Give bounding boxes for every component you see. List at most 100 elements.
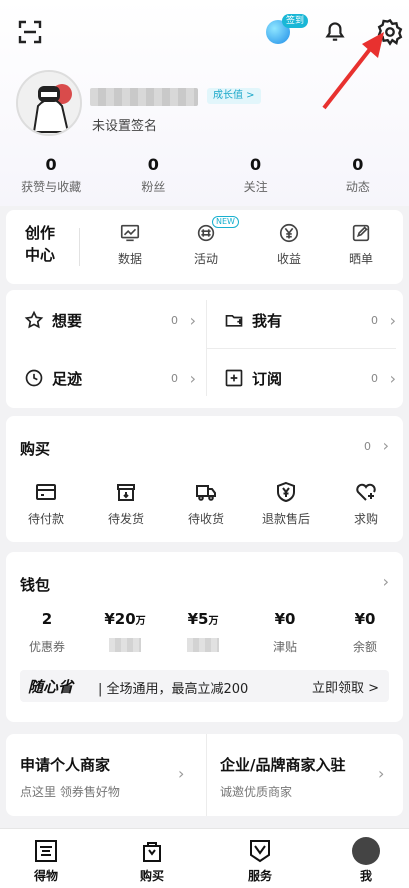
purchase-count: 0 [364,440,371,453]
merchant-card: 申请个人商家 点这里 领券售好物 › 企业/品牌商家入驻 诚邀优质商家 › [6,734,403,816]
subscribe-label: 订阅 [252,370,283,388]
dewu-icon [35,840,57,862]
promo-logo: 随心省 [28,678,74,696]
purchase-item-label: 待发货 [107,512,144,526]
checkin-label: 签到 [282,14,308,28]
avatar-image [18,72,80,134]
stat-likes[interactable]: 0 获赞与收藏 [0,155,102,199]
chevron-right-icon[interactable]: › [383,572,389,591]
wallet-unit: 万 [135,616,146,627]
star-icon [24,310,44,329]
wallet-value: ¥20 [104,610,136,628]
wanted-item[interactable]: 求购 [330,480,402,527]
want-item[interactable]: 想要 0 › [6,292,202,348]
plus-square-icon [225,369,243,387]
pending-shipment-item[interactable]: 待发货 [90,480,162,527]
tab-label: 我 [359,869,372,883]
signature[interactable]: 未设置签名 [92,115,157,134]
creator-item-activity[interactable]: NEW 活动 [174,216,239,267]
purchase-item-label: 求购 [353,512,378,526]
wallet-credit-1[interactable]: ¥20万 [86,610,164,656]
creator-item-data[interactable]: 数据 [98,222,162,267]
wallet-label: 优惠券 [28,640,65,654]
own-count: 0 [371,314,378,327]
stat-label: 获赞与收藏 [21,180,82,194]
wallet-coupons[interactable]: 2 优惠券 [8,610,86,655]
wallet-balance[interactable]: ¥0 余额 [326,610,404,655]
creator-item-earnings[interactable]: 收益 [257,222,321,267]
bottom-tab-bar: 得物 购买 服务 我 [0,828,409,888]
tab-label: 购买 [139,869,164,883]
own-item[interactable]: 我有 0 › [206,292,402,348]
username-blurred [90,88,198,106]
wallet-title[interactable]: 钱包 [20,574,50,595]
promo-text: | 全场通用，最高立减200 [98,682,249,697]
wallet-label-blurred [109,638,141,652]
purchase-title[interactable]: 购买 [20,438,50,459]
avatar[interactable] [16,70,82,136]
merchant-sub: 诚邀优质商家 [220,785,293,799]
heart-plus-icon [356,483,376,501]
creator-item-label: 晒单 [348,252,373,266]
stat-posts[interactable]: 0 动态 [307,155,409,199]
wallet-label-blurred [187,638,219,652]
stat-value: 0 [250,155,262,174]
chevron-right-icon: › [189,369,196,388]
merchant-title: 申请个人商家 [20,756,111,774]
purchase-item-label: 退款售后 [261,512,310,526]
personal-merchant-item[interactable]: 申请个人商家 点这里 领券售好物 [20,754,120,800]
creator-item-showcase[interactable]: 晒单 [329,222,393,267]
divider [79,228,80,266]
scan-icon[interactable] [18,20,42,44]
shield-yen-icon [277,481,295,503]
merchant-sub: 点这里 领券售好物 [20,785,120,799]
wallet-value: ¥0 [274,610,296,628]
footprint-item[interactable]: 足迹 0 › [6,350,202,406]
chevron-right-icon: › [189,311,196,330]
enterprise-merchant-item[interactable]: 企业/品牌商家入驻 诚邀优质商家 [220,754,345,800]
card-icon [36,484,56,500]
growth-value-link[interactable]: 成长值 > [207,88,261,104]
wallet-unit: 万 [208,616,219,627]
stat-label: 粉丝 [141,180,166,194]
creator-item-label: 数据 [117,252,142,266]
purchase-item-label: 待收货 [187,512,224,526]
pending-receipt-item[interactable]: 待收货 [170,480,242,527]
promo-claim-button[interactable]: 立即领取 > [312,677,379,696]
tab-buy[interactable]: 购买 [122,837,182,884]
new-badge: NEW [212,216,239,228]
chart-icon [120,224,140,242]
stat-fans[interactable]: 0 粉丝 [102,155,204,199]
creator-center-title[interactable]: 创作中心 [22,222,58,266]
wallet-card: 钱包 › 2 优惠券 ¥20万 ¥5万 ¥0 津贴 ¥0 余额 随心省 | 全场… [6,552,403,722]
checkin-badge[interactable]: 签到 [264,14,308,46]
collection-card: 想要 0 › 我有 0 › 足迹 0 › 订阅 0 › [6,290,403,408]
wallet-value: ¥0 [354,610,376,628]
chevron-right-icon[interactable]: › [383,436,389,455]
avatar-icon [352,837,380,865]
box-icon [117,484,135,501]
chevron-right-icon: › [389,369,396,388]
wallet-allowance[interactable]: ¥0 津贴 [246,610,324,655]
stats-row: 0 获赞与收藏 0 粉丝 0 关注 0 动态 [0,155,409,199]
bag-icon [143,842,161,862]
stat-following[interactable]: 0 关注 [205,155,307,199]
wallet-credit-2[interactable]: ¥5万 [164,610,242,656]
creator-item-label: 活动 [193,252,218,266]
tab-service[interactable]: 服务 [230,837,290,884]
wallet-label: 余额 [352,640,377,654]
subscribe-count: 0 [371,372,378,385]
tab-me[interactable]: 我 [336,837,396,884]
tab-dewu[interactable]: 得物 [16,837,76,884]
wallet-value: ¥5 [187,610,209,628]
chevron-right-icon: › [378,764,385,783]
subscribe-item[interactable]: 订阅 0 › [206,350,402,406]
service-icon [250,840,270,863]
stat-label: 关注 [243,180,268,194]
pending-payment-item[interactable]: 待付款 [10,480,82,527]
promo-banner[interactable]: 随心省 | 全场通用，最高立减200 立即领取 > [20,670,389,702]
footprint-count: 0 [171,372,178,385]
stat-value: 0 [147,155,159,174]
refund-item[interactable]: 退款售后 [250,480,322,527]
truck-icon [196,485,216,501]
